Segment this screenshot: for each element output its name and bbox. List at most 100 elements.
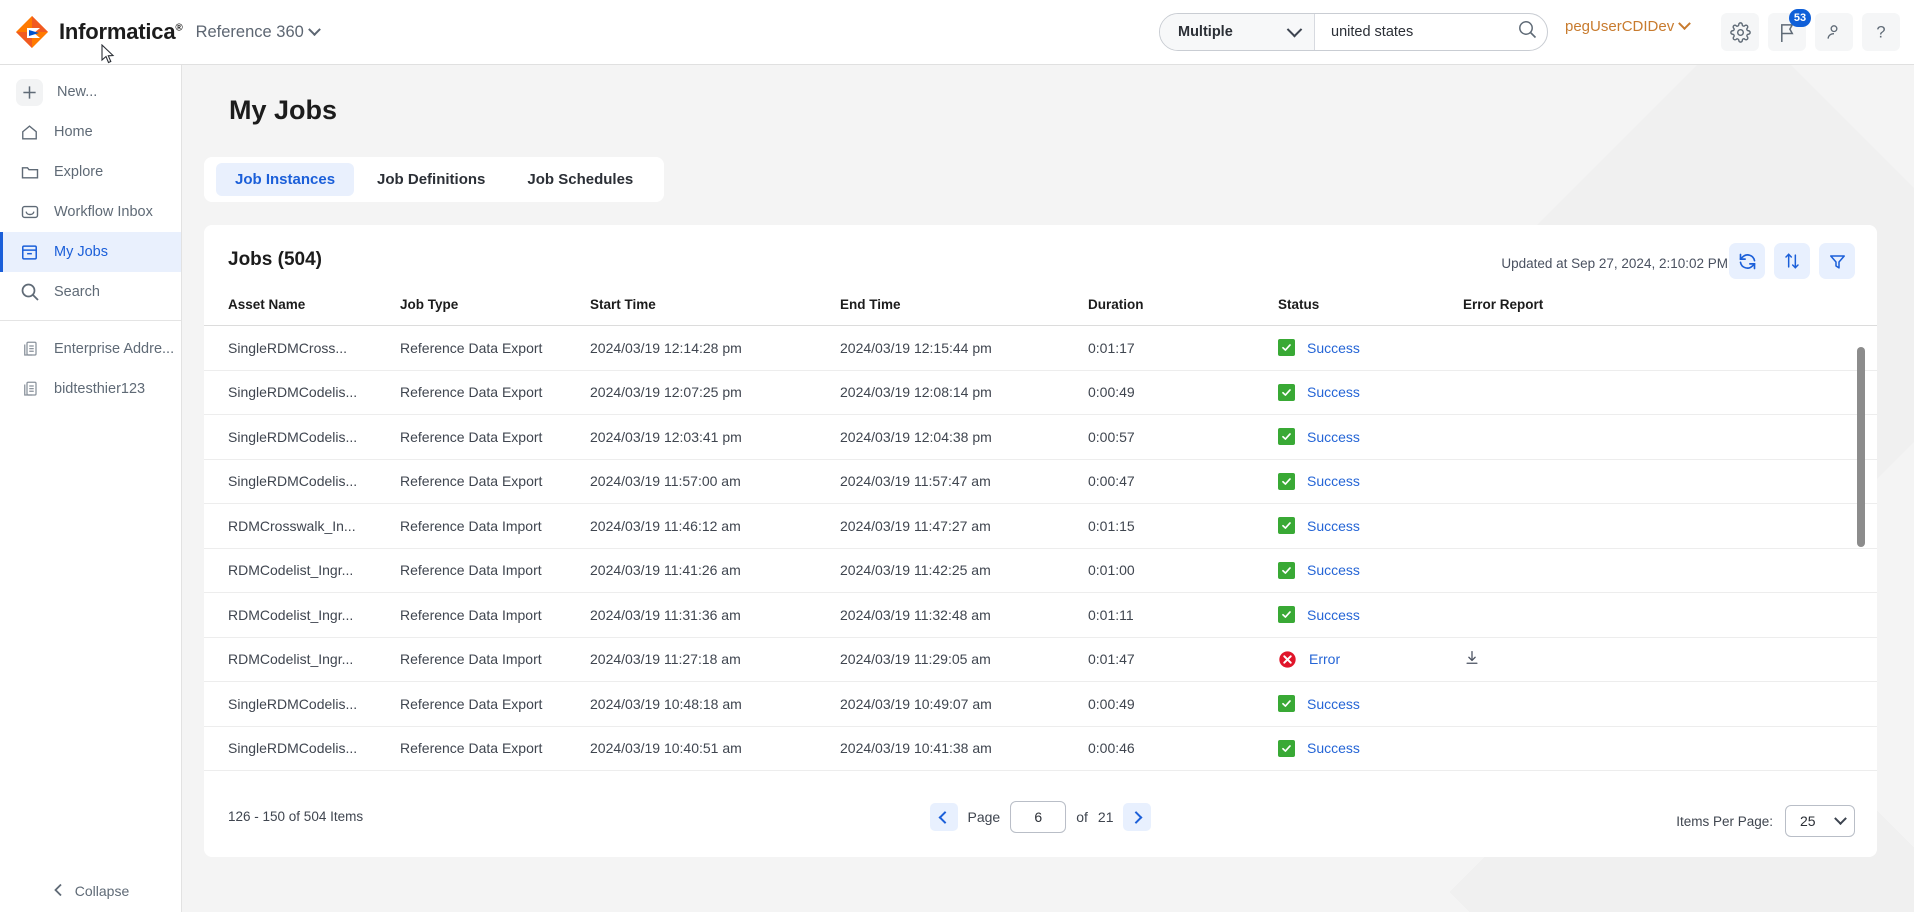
status-badge[interactable]: Error [1309, 651, 1340, 667]
sidebar-item-search[interactable]: Search [0, 272, 181, 312]
column-asset-name[interactable]: Asset Name [204, 297, 400, 326]
page-number-input[interactable] [1010, 801, 1067, 833]
refresh-icon[interactable] [1729, 243, 1765, 279]
column-start-time[interactable]: Start Time [590, 297, 840, 326]
table-row[interactable]: RDMCodelist_Ingr... Reference Data Import… [204, 592, 1877, 638]
question-mark-icon[interactable]: ? [1862, 13, 1900, 51]
tab-job-instances[interactable]: Job Instances [216, 163, 355, 196]
updated-at-text: Updated at Sep 27, 2024, 2:10:02 PM [1501, 256, 1728, 271]
status-badge[interactable]: Success [1307, 473, 1360, 489]
table-row[interactable]: SingleRDMCodelis... Reference Data Export… [204, 370, 1877, 415]
cell-spacer [1663, 370, 1877, 415]
table-row[interactable]: RDMCrosswalk_In... Reference Data Import 2… [204, 503, 1877, 549]
global-search[interactable]: Multiple [1159, 13, 1548, 51]
items-per-page-select[interactable]: 25 [1785, 805, 1855, 837]
cell-asset-name[interactable]: SingleRDMCodelis... [204, 726, 400, 771]
table-row[interactable]: SingleRDMCodelis... Reference Data Export… [204, 459, 1877, 504]
column-job-type[interactable]: Job Type [400, 297, 590, 326]
plus-icon [16, 78, 43, 106]
table-vertical-scrollbar[interactable] [1857, 347, 1865, 547]
status-badge[interactable]: Success [1307, 429, 1360, 445]
sidebar-item-label: Home [54, 124, 93, 140]
page-label: Page [967, 809, 1001, 825]
sidebar-item-label: Search [54, 284, 100, 300]
table-body: SingleRDMCross... Reference Data Export 20… [204, 325, 1877, 771]
tab-job-schedules[interactable]: Job Schedules [508, 163, 652, 196]
cell-error-report [1463, 370, 1663, 415]
status-badge[interactable]: Success [1307, 384, 1360, 400]
success-check-icon [1278, 428, 1295, 446]
cell-asset-name[interactable]: RDMCodelist_Ingr... [204, 548, 400, 593]
product-switcher[interactable]: Reference 360 [196, 23, 321, 42]
cell-job-type: Reference Data Import [400, 503, 590, 549]
sort-icon[interactable] [1774, 243, 1810, 279]
status-badge[interactable]: Success [1307, 696, 1360, 712]
page-title: My Jobs [229, 95, 338, 125]
success-check-icon [1278, 517, 1295, 535]
cell-duration: 0:01:00 [1088, 548, 1278, 593]
sidebar-divider [0, 320, 181, 321]
success-check-icon [1278, 472, 1295, 490]
table-row[interactable]: SingleRDMCodelis... Reference Data Export… [204, 681, 1877, 727]
table-row[interactable]: SingleRDMCodelis... Reference Data Export… [204, 414, 1877, 460]
cell-asset-name[interactable]: SingleRDMCodelis... [204, 459, 400, 504]
download-error-report-icon[interactable] [1463, 650, 1481, 670]
column-spacer [1663, 297, 1877, 326]
sidebar-item-new[interactable]: New... [0, 72, 181, 112]
table-row[interactable]: SingleRDMCodelis... Reference Data Export… [204, 726, 1877, 771]
column-status[interactable]: Status [1278, 297, 1463, 326]
previous-page-button[interactable] [929, 803, 958, 831]
cell-asset-name[interactable]: SingleRDMCodelis... [204, 681, 400, 727]
tab-bar: Job Instances Job Definitions Job Schedu… [204, 157, 665, 202]
status-badge[interactable]: Success [1307, 518, 1360, 534]
jobs-table-container: Asset Name Job Type Start Time End Time … [204, 297, 1877, 782]
sidebar-item-home[interactable]: Home [0, 112, 181, 152]
column-duration[interactable]: Duration [1088, 297, 1278, 326]
sidebar-item-explore[interactable]: Explore [0, 152, 181, 192]
table-row[interactable]: RDMCodelist_Ingr... Reference Data Import… [204, 637, 1877, 682]
cell-asset-name[interactable]: RDMCodelist_Ingr... [204, 637, 400, 682]
success-check-icon [1278, 606, 1295, 624]
item-range-text: 126 - 150 of 504 Items [228, 809, 364, 824]
status-badge[interactable]: Success [1307, 340, 1360, 356]
cell-asset-name[interactable]: SingleRDMCross... [204, 325, 400, 371]
gear-icon[interactable] [1721, 13, 1759, 51]
column-error-report[interactable]: Error Report [1463, 297, 1663, 326]
jobs-card: Jobs (504) Updated at Sep 27, 2024, 2:10… [204, 225, 1877, 857]
cell-asset-name[interactable]: SingleRDMCodelis... [204, 370, 400, 415]
next-page-button[interactable] [1123, 803, 1152, 831]
sidebar-item-label: Explore [54, 164, 104, 180]
cell-status: Error [1278, 637, 1463, 682]
search-scope-dropdown[interactable] [1275, 14, 1315, 50]
sidebar-item-enterprise-address[interactable]: Enterprise Addre... [0, 329, 181, 369]
search-scope-value[interactable]: Multiple [1160, 14, 1276, 50]
brand-area[interactable]: Informatica® Reference 360 [14, 14, 321, 50]
cell-job-type: Reference Data Export [400, 681, 590, 727]
filter-icon[interactable] [1819, 243, 1855, 279]
status-badge[interactable]: Success [1307, 607, 1360, 623]
search-icon[interactable] [1518, 20, 1537, 44]
column-end-time[interactable]: End Time [840, 297, 1088, 326]
cell-spacer [1663, 325, 1877, 371]
cell-job-type: Reference Data Export [400, 726, 590, 771]
chevron-down-icon [1834, 811, 1847, 825]
cell-asset-name[interactable]: RDMCodelist_Ingr... [204, 592, 400, 638]
status-badge[interactable]: Success [1307, 562, 1360, 578]
sidebar-collapse-button[interactable]: Collapse [0, 870, 182, 912]
search-input[interactable] [1331, 24, 1518, 40]
sidebar-item-my-jobs[interactable]: My Jobs [0, 232, 181, 272]
sidebar-item-bidtesthier123[interactable]: bidtesthier123 [0, 369, 181, 409]
cell-asset-name[interactable]: SingleRDMCodelis... [204, 414, 400, 460]
flag-icon[interactable]: 53 [1768, 9, 1811, 51]
table-row[interactable]: SingleRDMCross... Reference Data Export 20… [204, 325, 1877, 371]
chevron-left-icon [53, 883, 64, 900]
sidebar-item-workflow-inbox[interactable]: Workflow Inbox [0, 192, 181, 232]
status-badge[interactable]: Success [1307, 740, 1360, 756]
cell-start-time: 2024/03/19 11:46:12 am [590, 503, 840, 549]
table-row[interactable]: RDMCodelist_Ingr... Reference Data Import… [204, 548, 1877, 593]
tab-job-definitions[interactable]: Job Definitions [358, 163, 504, 196]
person-icon[interactable] [1815, 13, 1853, 51]
left-sidebar: New... Home Explore Workflow Inbox My Jo… [0, 65, 182, 912]
user-menu[interactable]: pegUserCDIDev [1565, 17, 1692, 35]
cell-asset-name[interactable]: RDMCrosswalk_In... [204, 503, 400, 549]
